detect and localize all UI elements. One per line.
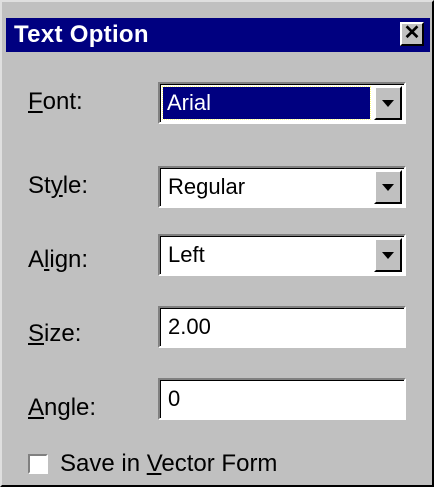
close-icon: ✕: [403, 22, 421, 44]
font-select[interactable]: Arial: [158, 82, 406, 124]
font-label: Font:: [28, 88, 83, 115]
angle-input[interactable]: 0: [158, 378, 406, 420]
align-dropdown-button[interactable]: [374, 238, 402, 272]
text-option-dialog: Text Option ✕ Font: Arial Style: Regular…: [0, 0, 434, 487]
title-bar[interactable]: Text Option ✕: [6, 18, 430, 52]
dialog-title: Text Option: [14, 21, 149, 48]
chevron-down-icon: [382, 251, 394, 259]
chevron-down-icon: [382, 99, 394, 107]
style-label: Style:: [28, 172, 89, 199]
style-select[interactable]: Regular: [158, 166, 406, 208]
size-label: Size:: [28, 320, 82, 347]
angle-label: Angle:: [28, 394, 97, 421]
chevron-down-icon: [382, 183, 394, 191]
font-dropdown-button[interactable]: [374, 86, 402, 120]
save-vector-label[interactable]: Save in Vector Form: [60, 450, 277, 478]
close-button[interactable]: ✕: [400, 22, 424, 46]
align-select[interactable]: Left: [158, 234, 406, 276]
style-value: Regular: [168, 174, 246, 199]
align-label: Align:: [28, 246, 89, 273]
size-input[interactable]: 2.00: [158, 306, 406, 348]
save-vector-checkbox[interactable]: [28, 454, 48, 474]
angle-value: 0: [168, 386, 181, 411]
size-value: 2.00: [168, 314, 211, 339]
font-value: Arial: [167, 90, 212, 115]
style-dropdown-button[interactable]: [374, 170, 402, 204]
align-value: Left: [168, 242, 205, 267]
